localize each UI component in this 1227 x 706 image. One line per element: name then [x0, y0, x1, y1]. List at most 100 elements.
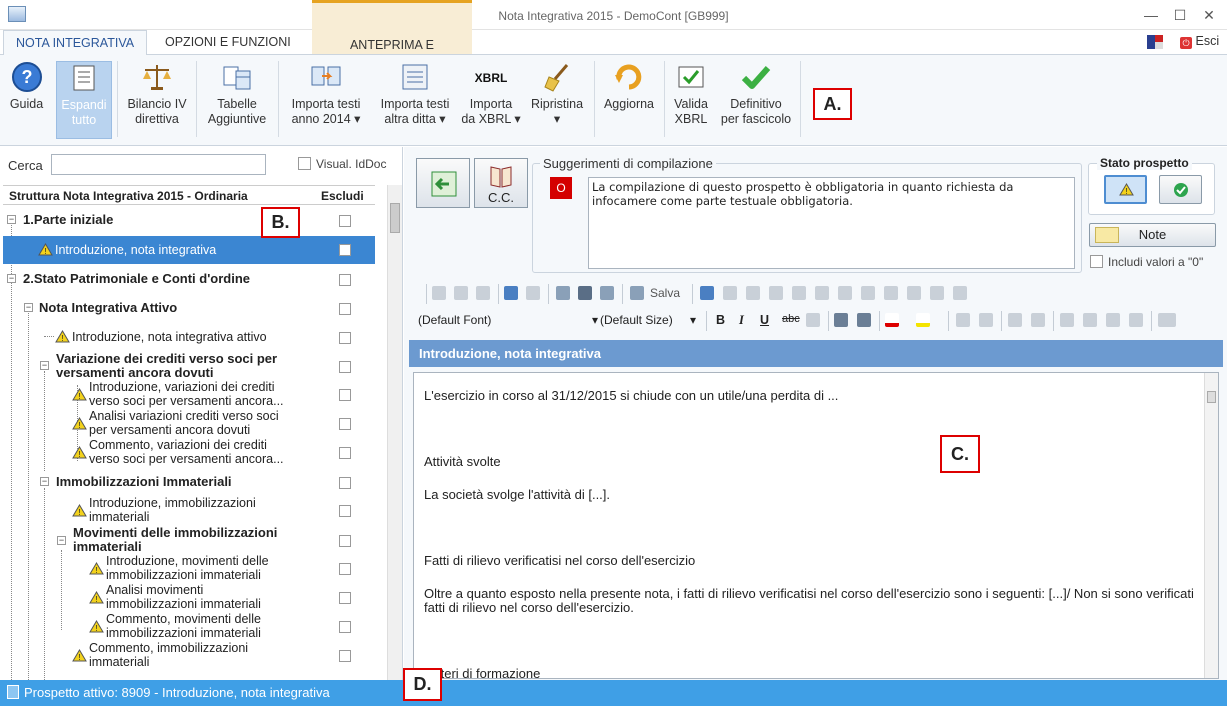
- delete-row-icon[interactable]: [838, 286, 852, 300]
- table-props-icon[interactable]: [723, 286, 737, 300]
- tree-row[interactable]: − Variazione dei crediti verso soci per …: [3, 350, 375, 382]
- copy-icon[interactable]: [454, 286, 468, 300]
- font-family-select[interactable]: (Default Font) ▾: [418, 311, 598, 330]
- numbered-list-icon[interactable]: [1031, 313, 1045, 327]
- underline-button[interactable]: U: [760, 313, 769, 327]
- tabelle-aggiuntive-button[interactable]: Tabelle Aggiuntive: [200, 61, 274, 139]
- tree-row[interactable]: ! Commento, variazioni dei crediti verso…: [3, 438, 375, 467]
- collapse-icon[interactable]: −: [40, 477, 49, 486]
- tree-row[interactable]: ! Analisi variazioni crediti verso soci …: [3, 409, 375, 438]
- paste-icon[interactable]: [476, 286, 490, 300]
- stato-ok-button[interactable]: [1159, 175, 1202, 204]
- tree-row[interactable]: ! Introduzione, nota integrativa attivo: [3, 324, 375, 350]
- tree-scroll-thumb[interactable]: [390, 203, 400, 233]
- find-icon[interactable]: [578, 286, 592, 300]
- tree-row[interactable]: ! Commento, movimenti delle immobilizzaz…: [3, 612, 375, 641]
- escludi-checkbox[interactable]: [339, 505, 351, 517]
- shrink-font-icon[interactable]: [857, 313, 871, 327]
- stato-warning-button[interactable]: !: [1104, 175, 1147, 204]
- tree-row-selected[interactable]: ! Introduzione, nota integrativa: [3, 236, 375, 264]
- escludi-checkbox[interactable]: [339, 650, 351, 662]
- escludi-checkbox[interactable]: [339, 389, 351, 401]
- escludi-checkbox[interactable]: [339, 244, 351, 256]
- collapse-icon[interactable]: −: [40, 361, 49, 370]
- insert-row-below-icon[interactable]: [769, 286, 783, 300]
- collapse-icon[interactable]: −: [24, 303, 33, 312]
- minimize-button[interactable]: —: [1137, 4, 1165, 26]
- tree-row[interactable]: − 1.Parte iniziale: [3, 207, 375, 233]
- collapse-icon[interactable]: −: [7, 215, 16, 224]
- search-input[interactable]: [51, 154, 266, 175]
- strikethrough-button[interactable]: abc: [782, 313, 800, 325]
- close-button[interactable]: ✕: [1195, 4, 1223, 26]
- highlight-color-icon[interactable]: [916, 313, 930, 327]
- back-button[interactable]: [416, 158, 470, 208]
- salva-button[interactable]: Salva: [650, 286, 680, 300]
- escludi-checkbox[interactable]: [339, 418, 351, 430]
- escludi-checkbox[interactable]: [339, 447, 351, 459]
- includi-valori-checkbox[interactable]: [1090, 255, 1103, 268]
- ripristina-button[interactable]: Ripristina ▾: [524, 61, 590, 139]
- escludi-checkbox[interactable]: [339, 303, 351, 315]
- spellcheck-icon[interactable]: [600, 286, 614, 300]
- tree-row[interactable]: ! Introduzione, movimenti delle immobili…: [3, 554, 375, 583]
- tree-row[interactable]: ! Introduzione, variazioni dei crediti v…: [3, 380, 375, 409]
- escludi-checkbox[interactable]: [339, 332, 351, 344]
- esci-button[interactable]: ⏻ Esci: [1180, 34, 1219, 49]
- borders-icon[interactable]: [1158, 313, 1176, 327]
- insert-column-right-icon[interactable]: [815, 286, 829, 300]
- bilancio-iv-button[interactable]: Bilancio IV direttiva: [121, 61, 193, 139]
- escludi-checkbox[interactable]: [339, 592, 351, 604]
- align-center-icon[interactable]: [1083, 313, 1097, 327]
- select-all-icon[interactable]: [556, 286, 570, 300]
- definitivo-fascicolo-button[interactable]: Definitivo per fascicolo: [716, 61, 796, 139]
- suggerimenti-text[interactable]: La compilazione di questo prospetto è ob…: [588, 177, 1075, 269]
- espandi-tutto-button[interactable]: Espandi tutto: [56, 61, 112, 139]
- user-flag-icon[interactable]: [1147, 35, 1163, 49]
- escludi-checkbox[interactable]: [339, 361, 351, 373]
- editor-scrollbar[interactable]: [1204, 373, 1218, 678]
- align-left-icon[interactable]: [1060, 313, 1074, 327]
- tab-nota-integrativa[interactable]: NOTA INTEGRATIVA: [3, 30, 148, 55]
- delete-table-icon[interactable]: [930, 286, 944, 300]
- note-button[interactable]: Note: [1089, 223, 1216, 247]
- importa-testi-ditta-button[interactable]: Importa testi altra ditta ▾: [371, 61, 459, 139]
- tree-row[interactable]: − Immobilizzazioni Immateriali: [3, 469, 375, 495]
- align-justify-icon[interactable]: [1129, 313, 1143, 327]
- editor-scroll-thumb[interactable]: [1207, 391, 1216, 403]
- undo-icon[interactable]: [504, 286, 518, 300]
- indent-decrease-icon[interactable]: [956, 313, 970, 327]
- tree-row[interactable]: ! Analisi movimenti immobilizzazioni imm…: [3, 583, 375, 612]
- font-size-select[interactable]: (Default Size) ▾: [600, 311, 696, 330]
- split-cells-icon[interactable]: [907, 286, 921, 300]
- tree-row[interactable]: ! Introduzione, immobilizzazioni immater…: [3, 496, 375, 525]
- align-right-icon[interactable]: [1106, 313, 1120, 327]
- escludi-checkbox[interactable]: [339, 563, 351, 575]
- insert-column-left-icon[interactable]: [792, 286, 806, 300]
- redo-icon[interactable]: [526, 286, 540, 300]
- tab-opzioni-funzioni[interactable]: OPZIONI E FUNZIONI: [153, 30, 303, 54]
- importa-testi-anno-button[interactable]: Importa testi anno 2014 ▾: [282, 61, 370, 139]
- table-borders-icon[interactable]: [953, 286, 967, 300]
- italic-button[interactable]: I: [739, 313, 744, 328]
- grow-font-icon[interactable]: [834, 313, 848, 327]
- escludi-checkbox[interactable]: [339, 621, 351, 633]
- valida-xbrl-button[interactable]: Valida XBRL: [668, 61, 714, 139]
- tree-scrollbar[interactable]: [387, 185, 402, 680]
- tree-row[interactable]: − Movimenti delle immobilizzazioni immat…: [3, 525, 375, 555]
- indent-increase-icon[interactable]: [979, 313, 993, 327]
- collapse-icon[interactable]: −: [7, 274, 16, 283]
- guida-button[interactable]: ? Guida: [4, 61, 49, 139]
- escludi-checkbox[interactable]: [339, 274, 351, 286]
- maximize-button[interactable]: ☐: [1166, 4, 1194, 26]
- tree-row[interactable]: − 2.Stato Patrimoniale e Conti d'ordine: [3, 266, 375, 292]
- bullet-list-icon[interactable]: [1008, 313, 1022, 327]
- bold-button[interactable]: B: [716, 313, 725, 327]
- insert-row-above-icon[interactable]: [746, 286, 760, 300]
- cut-icon[interactable]: [432, 286, 446, 300]
- importa-xbrl-button[interactable]: XBRL Importa da XBRL ▾: [459, 61, 523, 139]
- cc-button[interactable]: C.C.: [474, 158, 528, 208]
- visual-iddoc-checkbox[interactable]: [298, 157, 311, 170]
- escludi-checkbox[interactable]: [339, 535, 351, 547]
- merge-cells-icon[interactable]: [884, 286, 898, 300]
